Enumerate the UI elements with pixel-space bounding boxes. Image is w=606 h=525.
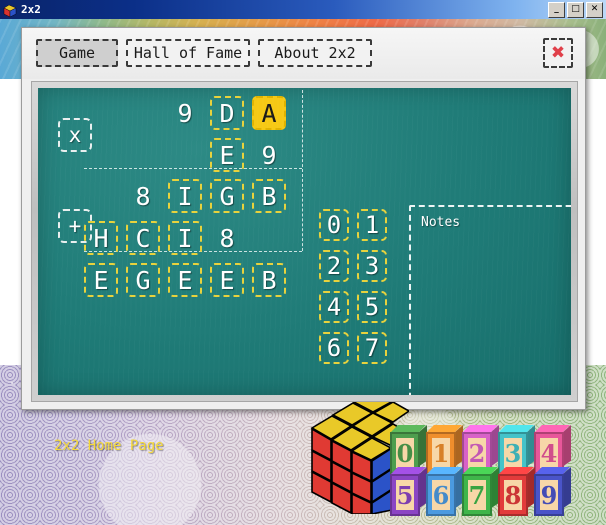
grid-cell-r3-c3[interactable]: 8: [210, 221, 244, 255]
application-window: 2x2 _ □ ✕ Game Hall of Fame About 2x2 ✖ …: [0, 0, 606, 525]
alphabet-block-5: 5: [390, 467, 427, 516]
notes-panel[interactable]: Notes: [409, 205, 571, 395]
numpad-key-2[interactable]: 2: [319, 250, 349, 282]
rubiks-cube-icon: [3, 3, 17, 17]
alphabet-block-8: 8: [498, 467, 535, 516]
alphabet-block-9: 9: [534, 467, 571, 516]
block-digit: 9: [540, 480, 558, 510]
grid-cell-r3-c1[interactable]: C: [126, 221, 160, 255]
block-digit: 7: [468, 480, 486, 510]
minimize-button[interactable]: _: [548, 2, 565, 18]
block-front-face: 8: [498, 474, 528, 516]
grid-cell-r4-c2[interactable]: E: [168, 263, 202, 297]
grid-cell-r4-c4[interactable]: B: [252, 263, 286, 297]
grid-cell-r0-c3[interactable]: D: [210, 96, 244, 130]
close-x-icon: ✖: [550, 42, 566, 63]
game-toolbar: Game Hall of Fame About 2x2 ✖: [22, 28, 585, 79]
alphabet-block-7: 7: [462, 467, 499, 516]
grid-cell-r0-c2[interactable]: 9: [168, 96, 202, 130]
tab-hall-of-fame[interactable]: Hall of Fame: [126, 39, 250, 67]
window-controls: _ □ ✕: [548, 2, 603, 18]
grid-cell-r1-c3[interactable]: E: [210, 138, 244, 172]
grid-cell-r2-c2[interactable]: I: [168, 179, 202, 213]
grid-cell-r1-c4[interactable]: 9: [252, 138, 286, 172]
game-window: Game Hall of Fame About 2x2 ✖ x + 9DAE98…: [21, 27, 586, 454]
home-page-link[interactable]: 2x2 Home Page: [54, 438, 164, 454]
numpad-key-0[interactable]: 0: [319, 209, 349, 241]
grid-cell-r0-c4[interactable]: A: [252, 96, 286, 130]
grid-cell-r4-c0[interactable]: E: [84, 263, 118, 297]
alphabet-block-6: 6: [426, 467, 463, 516]
block-digit: 4: [540, 438, 558, 468]
grid-cell-r3-c2[interactable]: I: [168, 221, 202, 255]
block-digit: 2: [468, 438, 486, 468]
block-digit: 5: [396, 480, 414, 510]
chalkboard: x + 9DAE98IGBHCI8EGEEB 01234567 Notes Ti…: [38, 88, 571, 395]
block-front-face: 5: [390, 474, 420, 516]
grid-cell-r4-c3[interactable]: E: [210, 263, 244, 297]
numpad-key-5[interactable]: 5: [357, 291, 387, 323]
block-front-face: 7: [462, 474, 492, 516]
numpad-key-6[interactable]: 6: [319, 332, 349, 364]
block-digit: 8: [504, 480, 522, 510]
window-title: 2x2: [21, 3, 41, 16]
close-app-button[interactable]: ✖: [543, 38, 573, 68]
block-digit: 0: [396, 438, 414, 468]
numpad-key-7[interactable]: 7: [357, 332, 387, 364]
tab-game[interactable]: Game: [36, 39, 118, 67]
numpad-key-4[interactable]: 4: [319, 291, 349, 323]
maximize-button[interactable]: □: [567, 2, 584, 18]
chalkboard-frame: x + 9DAE98IGBHCI8EGEEB 01234567 Notes Ti…: [31, 81, 578, 402]
grid-separator-vertical: [302, 90, 303, 251]
window-titlebar: 2x2 _ □ ✕: [0, 0, 606, 19]
grid-cell-r2-c4[interactable]: B: [252, 179, 286, 213]
grid-cell-r3-c0[interactable]: H: [84, 221, 118, 255]
block-digit: 6: [432, 480, 450, 510]
close-button[interactable]: ✕: [586, 2, 603, 18]
grid-cell-r4-c1[interactable]: G: [126, 263, 160, 297]
block-digit: 3: [504, 438, 522, 468]
notes-label: Notes: [421, 215, 461, 230]
numpad-key-1[interactable]: 1: [357, 209, 387, 241]
grid-cell-r2-c3[interactable]: G: [210, 179, 244, 213]
block-digit: 1: [432, 438, 450, 468]
multiply-button[interactable]: x: [58, 118, 92, 152]
numpad-key-3[interactable]: 3: [357, 250, 387, 282]
block-front-face: 6: [426, 474, 456, 516]
tab-about[interactable]: About 2x2: [258, 39, 372, 67]
grid-cell-r2-c1[interactable]: 8: [126, 179, 160, 213]
block-front-face: 9: [534, 474, 564, 516]
